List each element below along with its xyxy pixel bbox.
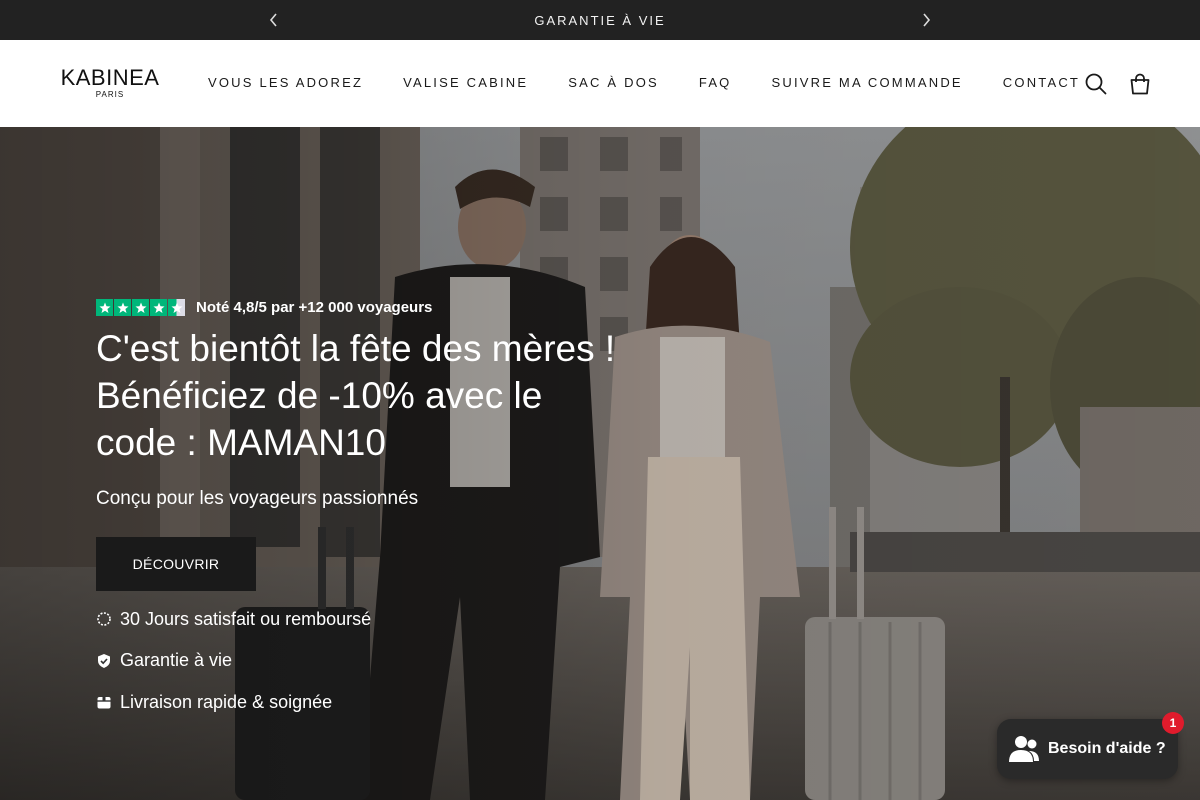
shield-check-icon xyxy=(96,653,112,669)
star-icon xyxy=(132,299,149,316)
chat-users-icon xyxy=(1007,734,1041,764)
feature-item: 30 Jours satisfait ou remboursé xyxy=(96,607,371,631)
star-icon xyxy=(114,299,131,316)
star-rating xyxy=(96,299,186,316)
site-header: KABINEA PARIS VOUS LES ADOREZ VALISE CAB… xyxy=(0,40,1200,127)
rating-text: Noté 4,8/5 par +12 000 voyageurs xyxy=(196,299,433,316)
logo[interactable]: KABINEA PARIS xyxy=(54,65,166,100)
feature-list: 30 Jours satisfait ou remboursé Garantie… xyxy=(96,607,371,732)
notification-badge: 1 xyxy=(1162,712,1184,734)
announcement-bar: GARANTIE À VIE xyxy=(0,0,1200,40)
nav-item-faq[interactable]: FAQ xyxy=(699,75,732,90)
half-star-icon xyxy=(168,299,185,316)
announcement-text: GARANTIE À VIE xyxy=(534,12,666,28)
chevron-right-icon[interactable] xyxy=(916,10,936,30)
feature-label: Livraison rapide & soignée xyxy=(120,691,333,712)
star-icon xyxy=(96,299,113,316)
trust-rating: Noté 4,8/5 par +12 000 voyageurs xyxy=(96,299,432,316)
feature-label: Garantie à vie xyxy=(120,650,233,670)
feature-label: 30 Jours satisfait ou remboursé xyxy=(120,608,372,629)
nav-item-vous-les-adorez[interactable]: VOUS LES ADOREZ xyxy=(208,75,363,90)
feature-item: Garantie à vie xyxy=(96,649,371,673)
shopping-bag-icon[interactable] xyxy=(1128,72,1152,96)
hero-headline: C'est bientôt la fête des mères ! Bénéfi… xyxy=(96,328,616,463)
nav-item-suivre-ma-commande[interactable]: SUIVRE MA COMMANDE xyxy=(772,75,963,90)
help-label: Besoin d'aide ? xyxy=(1048,740,1166,757)
main-nav: VOUS LES ADOREZ VALISE CABINE SAC À DOS … xyxy=(208,75,1080,90)
logo-subtitle: PARIS xyxy=(95,90,125,99)
chevron-left-icon[interactable] xyxy=(264,10,284,30)
nav-item-contact[interactable]: CONTACT xyxy=(1003,75,1080,90)
search-icon[interactable] xyxy=(1084,72,1108,96)
star-icon xyxy=(150,299,167,316)
nav-item-sac-a-dos[interactable]: SAC À DOS xyxy=(568,75,659,90)
refresh-icon xyxy=(96,611,112,627)
hero-subline: Conçu pour les voyageurs passionnés xyxy=(96,488,419,509)
discover-button[interactable]: DÉCOUVRIR xyxy=(96,537,256,591)
logo-wordmark: KABINEA xyxy=(60,65,160,90)
hero-banner: Noté 4,8/5 par +12 000 voyageurs C'est b… xyxy=(0,127,1200,800)
feature-item: Livraison rapide & soignée xyxy=(96,690,371,714)
box-icon xyxy=(96,694,112,710)
nav-item-valise-cabine[interactable]: VALISE CABINE xyxy=(403,75,528,90)
help-chat-button[interactable]: Besoin d'aide ? xyxy=(997,719,1178,779)
